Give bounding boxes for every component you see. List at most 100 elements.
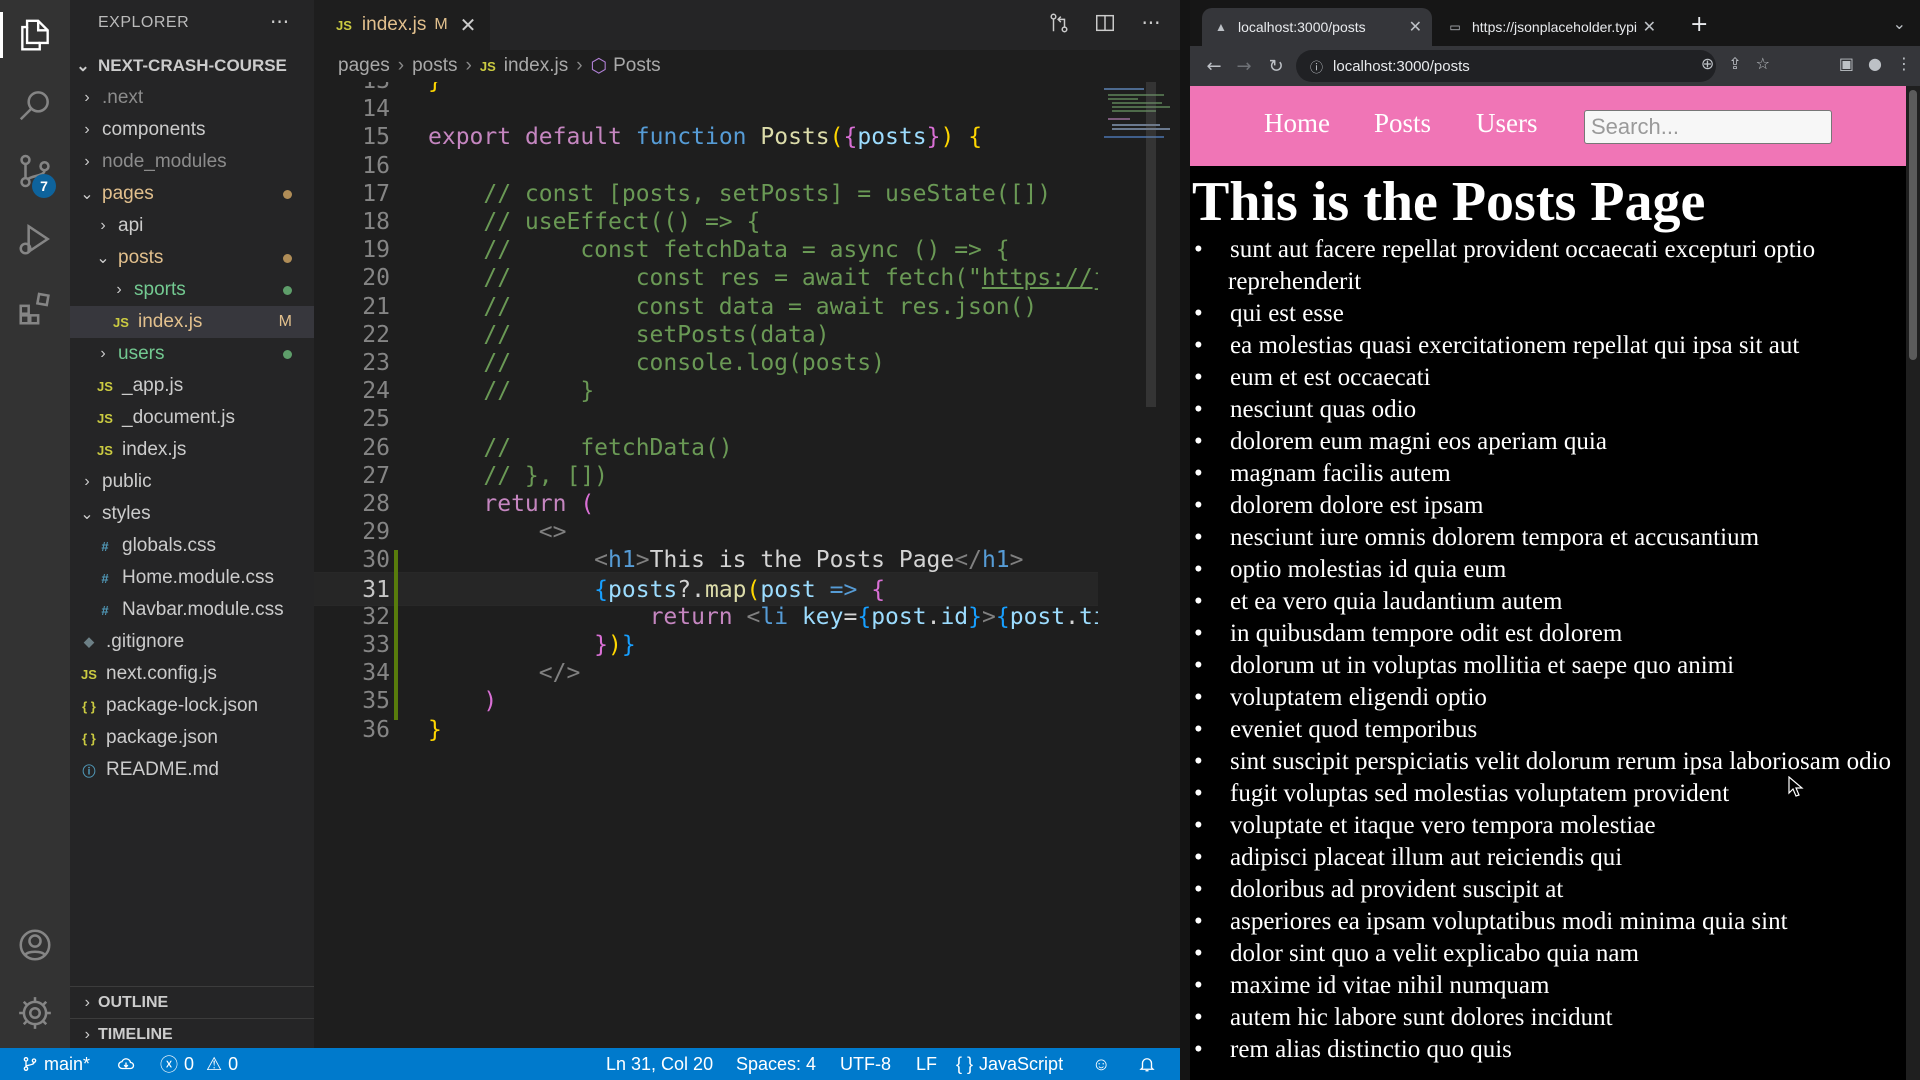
menu-kebab-icon[interactable]: ⋮ bbox=[1896, 54, 1912, 73]
window-divider[interactable] bbox=[1180, 0, 1190, 1080]
tree-folder[interactable]: › api bbox=[70, 210, 314, 242]
nav-link-home[interactable]: Home bbox=[1264, 108, 1330, 139]
browser-tab-active[interactable]: ▲ localhost:3000/posts ✕ bbox=[1202, 8, 1432, 46]
nav-link-users[interactable]: Users bbox=[1476, 108, 1538, 139]
tree-item-label: next.config.js bbox=[106, 663, 217, 684]
tree-file[interactable]: JS _document.js bbox=[70, 402, 314, 434]
feedback-icon[interactable]: ☺ bbox=[1092, 1048, 1110, 1080]
new-tab-plus-icon[interactable]: + bbox=[1690, 12, 1708, 37]
post-list-item: nesciunt iure omnis dolorem tempora et a… bbox=[1192, 522, 1892, 554]
side-panel-icon[interactable]: ▣ bbox=[1839, 54, 1854, 73]
tree-folder[interactable]: ⌄ posts bbox=[70, 242, 314, 274]
close-icon[interactable]: ✕ bbox=[1643, 17, 1656, 37]
problems-indicator[interactable]: ⓧ 0 ⚠ 0 bbox=[160, 1048, 238, 1080]
explorer-more-icon[interactable]: ··· bbox=[270, 10, 289, 34]
post-list-item: dolor sint quo a velit explicabo quia na… bbox=[1192, 938, 1892, 970]
tree-file[interactable]: # Home.module.css bbox=[70, 562, 314, 594]
code-token: return bbox=[649, 603, 733, 630]
cursor-position[interactable]: Ln 31, Col 20 bbox=[606, 1048, 713, 1080]
tree-folder[interactable]: ⌄ pages bbox=[70, 178, 314, 210]
breadcrumb-item[interactable]: index.js bbox=[504, 55, 568, 77]
branch-indicator[interactable]: main* bbox=[22, 1048, 90, 1080]
tab-index-js[interactable]: JS index.js M ✕ bbox=[314, 0, 490, 50]
forward-arrow-icon[interactable]: → bbox=[1232, 54, 1256, 78]
back-arrow-icon[interactable]: ← bbox=[1202, 54, 1226, 78]
breadcrumb-item[interactable]: pages bbox=[338, 55, 390, 77]
tree-folder[interactable]: › node_modules bbox=[70, 146, 314, 178]
split-editor-icon[interactable] bbox=[1092, 10, 1118, 36]
encoding[interactable]: UTF-8 bbox=[840, 1048, 891, 1080]
close-icon[interactable]: ✕ bbox=[460, 13, 477, 38]
editor-scrollbar[interactable] bbox=[1146, 82, 1156, 407]
page-scrollbar[interactable] bbox=[1906, 86, 1920, 1080]
manage-gear-icon[interactable] bbox=[14, 992, 56, 1034]
chevron-down-icon[interactable]: ⌄ bbox=[1893, 14, 1906, 33]
code-token: ?. bbox=[677, 576, 705, 603]
code-editor[interactable]: 13}1415export default function Posts({po… bbox=[314, 82, 1180, 1048]
extensions-icon[interactable] bbox=[14, 288, 56, 330]
breadcrumb-item[interactable]: Posts bbox=[613, 55, 661, 77]
nav-link-posts[interactable]: Posts bbox=[1374, 108, 1431, 139]
zoom-icon[interactable]: ⊕ bbox=[1701, 54, 1714, 73]
bookmark-star-icon[interactable]: ☆ bbox=[1756, 54, 1770, 73]
share-icon[interactable]: ⇪ bbox=[1728, 54, 1741, 73]
vscode-window: 7 EXPLORER ··· ⌄ NEXT-CRASH-COURSE › .nex… bbox=[0, 0, 1180, 1080]
search-input[interactable] bbox=[1584, 110, 1832, 144]
address-bar[interactable]: ⓘ localhost:3000/posts bbox=[1296, 50, 1716, 82]
tree-item-label: README.md bbox=[106, 759, 219, 780]
tree-folder[interactable]: › users bbox=[70, 338, 314, 370]
timeline-section[interactable]: › TIMELINE bbox=[70, 1018, 314, 1050]
editor-tabs: JS index.js M ✕ ··· bbox=[314, 0, 1180, 50]
code-token: // const data = await res.json() bbox=[428, 293, 1038, 320]
breadcrumb-item[interactable]: posts bbox=[412, 55, 457, 77]
workspace-root[interactable]: ⌄ NEXT-CRASH-COURSE bbox=[70, 50, 314, 82]
json-file-icon: { } bbox=[82, 730, 96, 746]
minimap[interactable] bbox=[1098, 82, 1180, 1048]
post-list-item: eveniet quod temporibus bbox=[1192, 714, 1892, 746]
git-modified-badge: M bbox=[278, 313, 292, 330]
run-debug-icon[interactable] bbox=[14, 218, 56, 260]
open-changes-icon[interactable] bbox=[1046, 10, 1072, 36]
page-scrollbar-thumb[interactable] bbox=[1909, 90, 1917, 360]
tree-folder[interactable]: › components bbox=[70, 114, 314, 146]
tree-file[interactable]: ◆ .gitignore bbox=[70, 626, 314, 658]
files-icon[interactable] bbox=[14, 14, 56, 56]
end-of-line[interactable]: LF bbox=[916, 1048, 937, 1080]
tree-file[interactable]: { } package.json bbox=[70, 722, 314, 754]
indentation[interactable]: Spaces: 4 bbox=[736, 1048, 816, 1080]
git-status-dot bbox=[283, 350, 292, 359]
outline-section[interactable]: › OUTLINE bbox=[70, 986, 314, 1018]
tree-file[interactable]: ⓘ README.md bbox=[70, 754, 314, 786]
profile-icon[interactable]: ● bbox=[1868, 54, 1882, 73]
tree-folder[interactable]: › sports bbox=[70, 274, 314, 306]
account-icon[interactable] bbox=[14, 924, 56, 966]
search-icon[interactable] bbox=[14, 84, 56, 126]
tree-file[interactable]: JS next.config.js bbox=[70, 658, 314, 690]
tree-folder[interactable]: › .next bbox=[70, 82, 314, 114]
code-token: ( bbox=[829, 124, 844, 151]
tree-folder[interactable]: › public bbox=[70, 466, 314, 498]
tree-file[interactable]: JS _app.js bbox=[70, 370, 314, 402]
git-status-dot bbox=[283, 254, 292, 263]
tree-item-label: styles bbox=[102, 503, 151, 524]
reload-icon[interactable]: ↻ bbox=[1264, 54, 1288, 78]
code-token: // console.log(posts) bbox=[428, 350, 885, 376]
post-list-item: magnam facilis autem bbox=[1192, 458, 1892, 490]
tree-file[interactable]: # Navbar.module.css bbox=[70, 594, 314, 626]
tree-folder[interactable]: ⌄ styles bbox=[70, 498, 314, 530]
tree-item-label: package-lock.json bbox=[106, 695, 259, 716]
tree-file[interactable]: JS index.js M bbox=[70, 306, 314, 338]
language-mode[interactable]: { } JavaScript bbox=[956, 1048, 1063, 1080]
browser-tab[interactable]: ▭ https://jsonplaceholder.typicode.com/p… bbox=[1436, 8, 1666, 46]
close-icon[interactable]: ✕ bbox=[1409, 17, 1422, 37]
chevron-right-icon: › bbox=[84, 1025, 90, 1043]
tree-file[interactable]: { } package-lock.json bbox=[70, 690, 314, 722]
post-list-item: optio molestias id quia eum bbox=[1192, 554, 1892, 586]
tree-file[interactable]: # globals.css bbox=[70, 530, 314, 562]
bell-icon[interactable] bbox=[1138, 1048, 1156, 1080]
sync-icon[interactable] bbox=[116, 1048, 136, 1080]
more-actions-icon[interactable]: ··· bbox=[1138, 10, 1164, 36]
tree-file[interactable]: JS index.js bbox=[70, 434, 314, 466]
code-text: } bbox=[428, 713, 442, 747]
